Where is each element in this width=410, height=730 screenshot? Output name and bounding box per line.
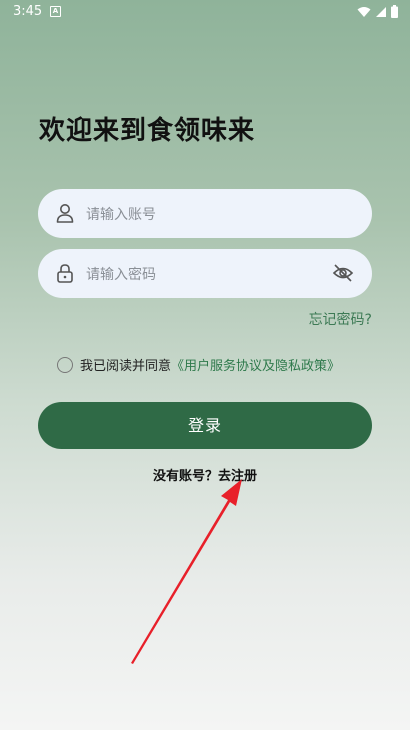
signal-icon (376, 6, 386, 17)
eye-off-icon[interactable] (332, 263, 354, 283)
agreement-checkbox[interactable] (57, 356, 73, 373)
agreement-text: 我已阅读并同意 (80, 359, 172, 374)
lock-icon (57, 264, 73, 283)
user-icon (56, 204, 74, 223)
register-row: 没有账号？去注册 (0, 465, 410, 484)
status-bar: 3:45 A (0, 0, 410, 24)
wifi-icon (357, 6, 371, 17)
battery-icon (391, 5, 398, 18)
account-input[interactable] (84, 189, 358, 240)
login-button[interactable]: 登录 (38, 402, 372, 449)
status-icons (357, 5, 398, 18)
forgot-password-link[interactable]: 忘记密码? (309, 309, 372, 329)
account-field[interactable] (38, 189, 372, 240)
password-field[interactable] (38, 249, 372, 300)
password-input[interactable] (84, 249, 358, 300)
status-time: 3:45 (13, 4, 43, 19)
app-notification-icon: A (50, 6, 61, 17)
register-prompt: 没有账号？ (152, 469, 218, 484)
page-title: 欢迎来到食领味来 (39, 116, 256, 146)
agreement-link[interactable]: 《用户服务协议及隐私政策》 (171, 355, 340, 374)
agreement-row: 我已阅读并同意 《用户服务协议及隐私政策》 (57, 355, 340, 374)
register-link[interactable]: 去注册 (218, 469, 257, 484)
